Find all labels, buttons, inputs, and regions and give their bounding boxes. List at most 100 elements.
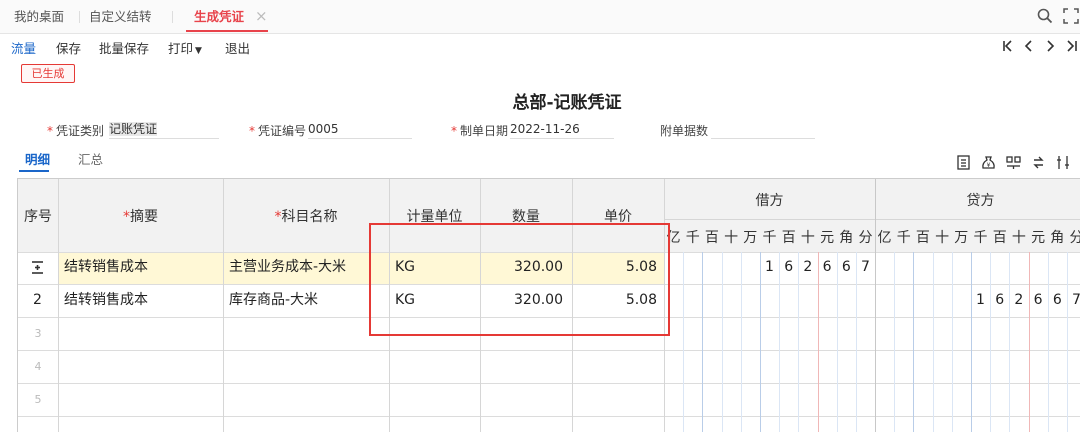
col-header-account: *科目名称	[274, 209, 338, 225]
insert-row-icon[interactable]	[955, 154, 972, 171]
date-label: * 制单日期	[451, 124, 509, 138]
print-button[interactable]: 打印 ▼	[168, 38, 202, 57]
debit-amount-digit: 1	[765, 259, 774, 275]
tab-desktop[interactable]: 我的桌面	[14, 0, 64, 33]
summary-cell[interactable]: 结转销售成本	[64, 251, 148, 284]
debit-digit-header: 百	[781, 230, 796, 246]
account-cell[interactable]: 库存商品-大米	[229, 284, 318, 317]
flow-button[interactable]: 流量	[11, 38, 36, 57]
row-number: 3	[34, 327, 42, 340]
credit-amount-digit: 6	[1052, 292, 1062, 308]
tab-summary[interactable]: 汇总	[78, 149, 103, 168]
credit-digit-header: 元	[1031, 230, 1046, 246]
money-bag-icon[interactable]: ¥	[980, 154, 997, 171]
tab-bar: 我的桌面 自定义结转 生成凭证 ×	[0, 0, 1080, 34]
digit-column-line	[913, 252, 915, 432]
digit-column-line	[971, 252, 972, 432]
digit-column-line	[836, 252, 838, 432]
digit-column-line	[990, 252, 992, 432]
row-divider	[18, 383, 1080, 384]
tab-separator	[172, 11, 173, 23]
voucher-type-label: * 凭证类别	[47, 124, 105, 138]
active-tab-indicator	[19, 170, 49, 172]
amount-header-divider	[664, 219, 1080, 220]
credit-amount-digit: 7	[1067, 292, 1080, 308]
summary-cell[interactable]: 结转销售成本	[64, 284, 148, 317]
status-badge: 已生成	[21, 64, 75, 83]
credit-amount-digit: 1	[976, 292, 985, 308]
col-header-debit: 借方	[755, 193, 784, 209]
prev-record-icon[interactable]	[1024, 40, 1032, 52]
voucher-no-field[interactable]: 0005	[308, 120, 412, 139]
credit-digit-header: 分	[1067, 227, 1080, 247]
date-field[interactable]: 2022-11-26	[510, 120, 614, 139]
col-divider	[875, 179, 876, 432]
col-header-credit: 贷方	[966, 193, 995, 209]
debit-amount-digit: 7	[861, 259, 870, 275]
voucher-no-label: * 凭证编号	[249, 124, 307, 138]
row-divider	[18, 350, 1080, 351]
digit-column-line	[932, 252, 934, 432]
digit-column-line	[817, 252, 819, 432]
debit-digit-header: 千	[762, 230, 777, 246]
credit-amount-digit: 6	[995, 292, 1005, 308]
credit-digit-header: 万	[954, 230, 969, 246]
digit-column-line	[760, 252, 761, 432]
voucher-type-field[interactable]: 记账凭证	[109, 120, 219, 139]
row-number: 4	[34, 360, 42, 373]
row-number: 5	[34, 393, 42, 406]
annotation-highlight-box	[369, 223, 670, 336]
digit-column-line	[1009, 252, 1011, 432]
credit-amount-digit: 2	[1014, 292, 1024, 308]
tab-detail[interactable]: 明细	[25, 149, 50, 168]
digit-column-line	[1047, 252, 1049, 432]
debit-amount-digit: 6	[784, 259, 794, 275]
last-record-icon[interactable]	[1067, 40, 1077, 52]
search-icon[interactable]	[1036, 7, 1054, 25]
grid-icon[interactable]	[1005, 154, 1022, 171]
digit-column-line	[1067, 252, 1068, 432]
digit-column-line	[721, 252, 723, 432]
insert-row-icon[interactable]	[30, 251, 45, 284]
debit-digit-header: 百	[704, 230, 719, 246]
debit-digit-header: 万	[743, 230, 758, 246]
page-title: 总部-记账凭证	[512, 93, 622, 113]
digit-column-line	[951, 252, 953, 432]
digit-column-line	[702, 252, 704, 432]
exit-button[interactable]: 退出	[225, 38, 250, 57]
attachments-field[interactable]	[711, 120, 815, 139]
credit-digit-header: 十	[1011, 230, 1026, 246]
credit-digit-header: 角	[1050, 230, 1065, 246]
credit-digit-header: 百	[992, 230, 1007, 246]
credit-digit-header: 亿	[877, 230, 892, 246]
credit-digit-header: 百	[915, 230, 930, 246]
swap-icon[interactable]	[1030, 154, 1047, 171]
settings-columns-icon[interactable]	[1055, 154, 1072, 171]
tab-custom-carryover[interactable]: 自定义结转	[89, 0, 152, 33]
debit-amount-digit: 6	[841, 259, 851, 275]
digit-column-line	[683, 252, 685, 432]
debit-digit-header: 角	[839, 230, 854, 246]
save-button[interactable]: 保存	[56, 38, 81, 57]
credit-amount-digit: 6	[1033, 292, 1043, 308]
digit-column-line	[779, 252, 781, 432]
debit-amount-digit: 2	[803, 259, 813, 275]
credit-digit-header: 十	[935, 230, 950, 246]
svg-text:¥: ¥	[987, 162, 991, 169]
tab-generate-voucher[interactable]: 生成凭证	[185, 0, 269, 33]
print-label: 打印	[168, 41, 194, 56]
fullscreen-icon[interactable]	[1062, 7, 1080, 25]
digit-column-line	[856, 252, 857, 432]
digit-column-line	[798, 252, 800, 432]
first-record-icon[interactable]	[1003, 40, 1012, 52]
account-cell[interactable]: 主营业务成本-大米	[229, 251, 346, 284]
next-record-icon[interactable]	[1047, 40, 1055, 52]
debit-digit-header: 分	[858, 230, 873, 246]
batch-save-button[interactable]: 批量保存	[99, 38, 149, 57]
debit-digit-header: 元	[820, 230, 835, 246]
row-divider	[18, 416, 1080, 417]
record-nav	[1003, 40, 1077, 52]
debit-digit-header: 十	[800, 230, 815, 246]
close-icon[interactable]: ×	[255, 0, 268, 33]
col-header-seq: 序号	[24, 209, 52, 225]
